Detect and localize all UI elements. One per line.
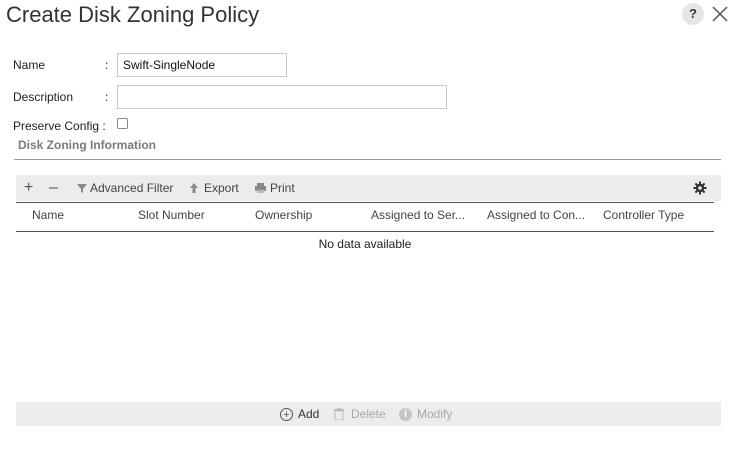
export-button[interactable]: Export	[188, 175, 239, 201]
info-circle-icon: i	[399, 407, 412, 421]
filter-icon	[77, 184, 87, 193]
add-button[interactable]: + Add	[280, 402, 319, 426]
export-label: Export	[204, 181, 239, 195]
preserve-config-checkbox[interactable]	[117, 118, 128, 129]
table-header-bottom-border	[16, 231, 714, 232]
description-label: Description	[13, 90, 74, 104]
close-icon	[712, 6, 728, 22]
modify-label: Modify	[417, 407, 453, 421]
trash-icon	[334, 408, 344, 420]
export-icon	[190, 183, 198, 193]
column-header-assigned-to-server[interactable]: Assigned to Ser...	[371, 208, 483, 222]
table-header-top-border	[16, 202, 714, 203]
section-title: Disk Zoning Information	[18, 138, 156, 152]
name-input[interactable]	[117, 53, 287, 77]
name-colon: :	[105, 58, 109, 72]
action-bar: + Add Delete i Modify	[16, 402, 721, 426]
description-input[interactable]	[117, 85, 447, 109]
delete-button[interactable]: Delete	[334, 402, 386, 426]
advanced-filter-label: Advanced Filter	[90, 181, 174, 195]
delete-label: Delete	[351, 407, 386, 421]
preserve-config-label: Preserve Config :	[13, 119, 106, 133]
table-settings-button[interactable]	[693, 175, 707, 201]
print-label: Print	[270, 181, 295, 195]
preserve-config-text: Preserve Config	[13, 119, 100, 133]
column-header-slot-number[interactable]: Slot Number	[138, 208, 248, 222]
column-header-ownership[interactable]: Ownership	[255, 208, 365, 222]
column-header-controller-type[interactable]: Controller Type	[603, 208, 713, 222]
column-header-name[interactable]: Name	[32, 208, 132, 222]
table-toolbar: + – Advanced Filter Export Print	[16, 175, 721, 201]
printer-icon	[255, 183, 266, 193]
modify-button[interactable]: i Modify	[399, 402, 452, 426]
column-header-assigned-to-controller[interactable]: Assigned to Con...	[487, 208, 599, 222]
empty-table-message: No data available	[318, 237, 412, 251]
description-colon: :	[105, 90, 109, 104]
name-label: Name	[13, 58, 46, 72]
close-button[interactable]	[710, 4, 730, 24]
add-label: Add	[298, 407, 320, 421]
help-button[interactable]: ?	[682, 3, 704, 25]
remove-row-button[interactable]: –	[49, 175, 58, 201]
print-button[interactable]: Print	[254, 175, 295, 201]
dialog-title: Create Disk Zoning Policy	[6, 2, 260, 27]
section-divider	[14, 159, 721, 160]
gear-icon	[693, 181, 707, 195]
advanced-filter-button[interactable]: Advanced Filter	[76, 175, 173, 201]
plus-circle-icon: +	[280, 407, 293, 421]
preserve-config-colon: :	[102, 119, 106, 133]
add-row-button[interactable]: +	[24, 175, 33, 201]
